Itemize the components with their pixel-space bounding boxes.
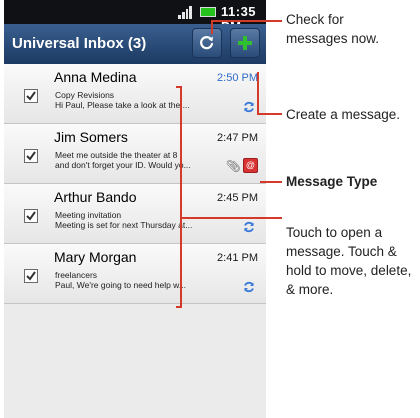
message-time: 2:41 PM bbox=[217, 252, 258, 264]
message-time: 2:47 PM bbox=[217, 132, 258, 144]
attachment-icon: 📎︎ bbox=[225, 158, 241, 173]
callout-type-label: Message Type bbox=[286, 174, 378, 189]
page-title: Universal Inbox (3) bbox=[12, 35, 147, 52]
refresh-button[interactable] bbox=[192, 28, 222, 58]
message-checkbox[interactable] bbox=[24, 209, 38, 223]
message-checkbox[interactable] bbox=[24, 149, 38, 163]
check-icon bbox=[26, 151, 36, 161]
message-preview: Meeting is set for next Thursday at... bbox=[55, 220, 193, 230]
message-row[interactable]: Mary Morgan 2:41 PM freelancers Paul, We… bbox=[4, 244, 266, 304]
refresh-icon bbox=[200, 36, 214, 50]
message-sender: Mary Morgan bbox=[54, 249, 137, 265]
message-preview: Hi Paul, Please take a look at the ... bbox=[55, 100, 190, 110]
message-checkbox[interactable] bbox=[24, 269, 38, 283]
message-row[interactable]: Jim Somers 2:47 PM Meet me outside the t… bbox=[4, 124, 266, 184]
check-icon bbox=[26, 211, 36, 221]
message-list: Anna Medina 2:50 PM Copy Revisions Hi Pa… bbox=[4, 64, 266, 304]
compose-button[interactable] bbox=[230, 28, 260, 58]
message-preview: Paul, We're going to need help w... bbox=[55, 280, 186, 290]
check-icon bbox=[26, 271, 36, 281]
message-time: 2:45 PM bbox=[217, 192, 258, 204]
message-row[interactable]: Arthur Bando 2:45 PM Meeting invitation … bbox=[4, 184, 266, 244]
message-time: 2:50 PM bbox=[217, 72, 258, 84]
signal-icon bbox=[178, 6, 192, 19]
message-preview: and don't forget your ID. Would yo... bbox=[55, 160, 191, 170]
sync-icon bbox=[244, 281, 254, 293]
message-sender: Anna Medina bbox=[54, 69, 137, 85]
sync-icon bbox=[244, 101, 254, 113]
message-row[interactable]: Anna Medina 2:50 PM Copy Revisions Hi Pa… bbox=[4, 64, 266, 124]
status-bar: 11:35 PM bbox=[4, 0, 266, 34]
email-icon: @ bbox=[243, 158, 258, 173]
callout-touch-label: Touch to open a message. Touch & hold to… bbox=[286, 225, 412, 297]
sync-icon bbox=[244, 221, 254, 233]
message-subject: Meeting invitation bbox=[55, 210, 122, 220]
plus-icon bbox=[238, 36, 252, 50]
message-checkbox[interactable] bbox=[24, 89, 38, 103]
message-type-icons: 📎︎ @ bbox=[226, 158, 258, 173]
inbox-header: Universal Inbox (3) bbox=[4, 24, 266, 64]
message-subject: Meet me outside the theater at 8 bbox=[55, 150, 178, 160]
callout-create-label: Create a message. bbox=[286, 107, 401, 122]
message-sender: Arthur Bando bbox=[54, 189, 137, 205]
message-sender: Jim Somers bbox=[54, 129, 128, 145]
message-subject: Copy Revisions bbox=[55, 90, 115, 100]
callout-check-label: Check for messages now. bbox=[286, 12, 380, 46]
phone-screen: 11:35 PM Universal Inbox (3) Anna Medina… bbox=[4, 0, 266, 418]
check-icon bbox=[26, 91, 36, 101]
battery-icon bbox=[200, 7, 216, 17]
message-subject: freelancers bbox=[55, 270, 98, 280]
